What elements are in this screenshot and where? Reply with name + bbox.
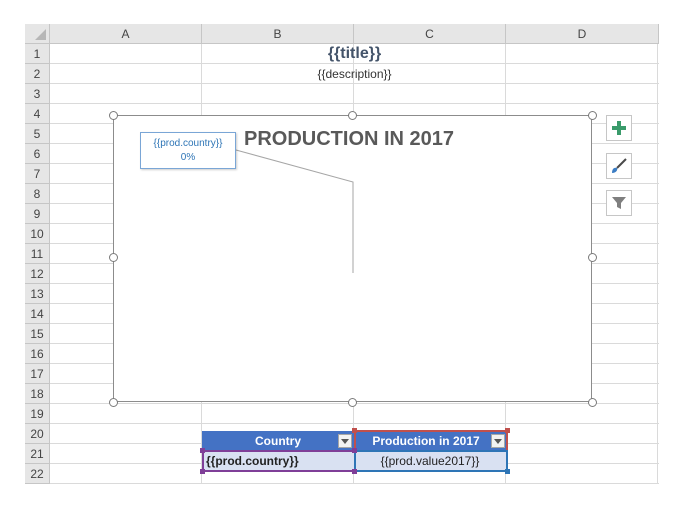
values-range-highlight [354, 450, 508, 472]
row-header-7[interactable]: 7 [25, 164, 50, 184]
column-header-b[interactable]: B [202, 24, 354, 44]
table-header-country-label: Country [255, 434, 301, 448]
range-handle[interactable] [352, 448, 357, 453]
row-header-15[interactable]: 15 [25, 324, 50, 344]
resize-handle-bottom[interactable] [348, 398, 357, 407]
range-handle[interactable] [505, 428, 510, 433]
spreadsheet[interactable]: A B C D 1 2 3 4 5 6 7 8 9 10 11 12 13 14… [25, 24, 659, 492]
row-header-2[interactable]: 2 [25, 64, 50, 84]
row-header-18[interactable]: 18 [25, 384, 50, 404]
chart-filters-button[interactable] [606, 190, 632, 216]
resize-handle-left[interactable] [109, 253, 118, 262]
row-header-16[interactable]: 16 [25, 344, 50, 364]
resize-handle-bottom-left[interactable] [109, 398, 118, 407]
range-handle[interactable] [200, 448, 205, 453]
row-header-13[interactable]: 13 [25, 284, 50, 304]
chart-elements-button[interactable] [606, 115, 632, 141]
row-header-6[interactable]: 6 [25, 144, 50, 164]
resize-handle-bottom-right[interactable] [588, 398, 597, 407]
resize-handle-right[interactable] [588, 253, 597, 262]
row-header-8[interactable]: 8 [25, 184, 50, 204]
range-handle[interactable] [505, 469, 510, 474]
resize-handle-top[interactable] [348, 111, 357, 120]
filter-icon [612, 197, 626, 209]
row-header-17[interactable]: 17 [25, 364, 50, 384]
column-header-a[interactable]: A [50, 24, 202, 44]
chart-area[interactable]: PRODUCTION IN 2017 {{prod.country}} 0% [113, 115, 592, 402]
select-all-icon [35, 29, 46, 40]
row-header-12[interactable]: 12 [25, 264, 50, 284]
row-header-20[interactable]: 20 [25, 424, 50, 444]
row-header-10[interactable]: 10 [25, 224, 50, 244]
chart-styles-button[interactable] [606, 153, 632, 179]
row-header-19[interactable]: 19 [25, 404, 50, 424]
row-header-9[interactable]: 9 [25, 204, 50, 224]
table-header-country[interactable]: Country [202, 431, 354, 451]
plus-icon [612, 121, 626, 135]
select-all-corner[interactable] [25, 24, 50, 44]
row-header-14[interactable]: 14 [25, 304, 50, 324]
column-header-c[interactable]: C [354, 24, 506, 44]
title-cell[interactable]: {{title}} [50, 44, 659, 64]
row-header-5[interactable]: 5 [25, 124, 50, 144]
range-handle[interactable] [352, 469, 357, 474]
range-handle[interactable] [200, 469, 205, 474]
column-header-d[interactable]: D [506, 24, 659, 44]
resize-handle-top-right[interactable] [588, 111, 597, 120]
row-header-4[interactable]: 4 [25, 104, 50, 124]
category-range-highlight [202, 450, 356, 472]
row-header-22[interactable]: 22 [25, 464, 50, 484]
range-handle[interactable] [352, 428, 357, 433]
pie-data-label[interactable]: {{prod.country}} 0% [140, 132, 236, 169]
data-label-category: {{prod.country}} [153, 138, 223, 149]
description-cell[interactable]: {{description}} [50, 64, 659, 84]
chevron-down-icon [341, 438, 349, 444]
row-header-1[interactable]: 1 [25, 44, 50, 64]
row-header-11[interactable]: 11 [25, 244, 50, 264]
chart-title[interactable]: PRODUCTION IN 2017 [244, 128, 454, 151]
resize-handle-top-left[interactable] [109, 111, 118, 120]
row-header-21[interactable]: 21 [25, 444, 50, 464]
row-header-3[interactable]: 3 [25, 84, 50, 104]
brush-icon [612, 158, 627, 173]
data-label-value: 0% [180, 152, 196, 163]
series-name-highlight [354, 430, 508, 452]
filter-dropdown-country[interactable] [338, 434, 352, 448]
